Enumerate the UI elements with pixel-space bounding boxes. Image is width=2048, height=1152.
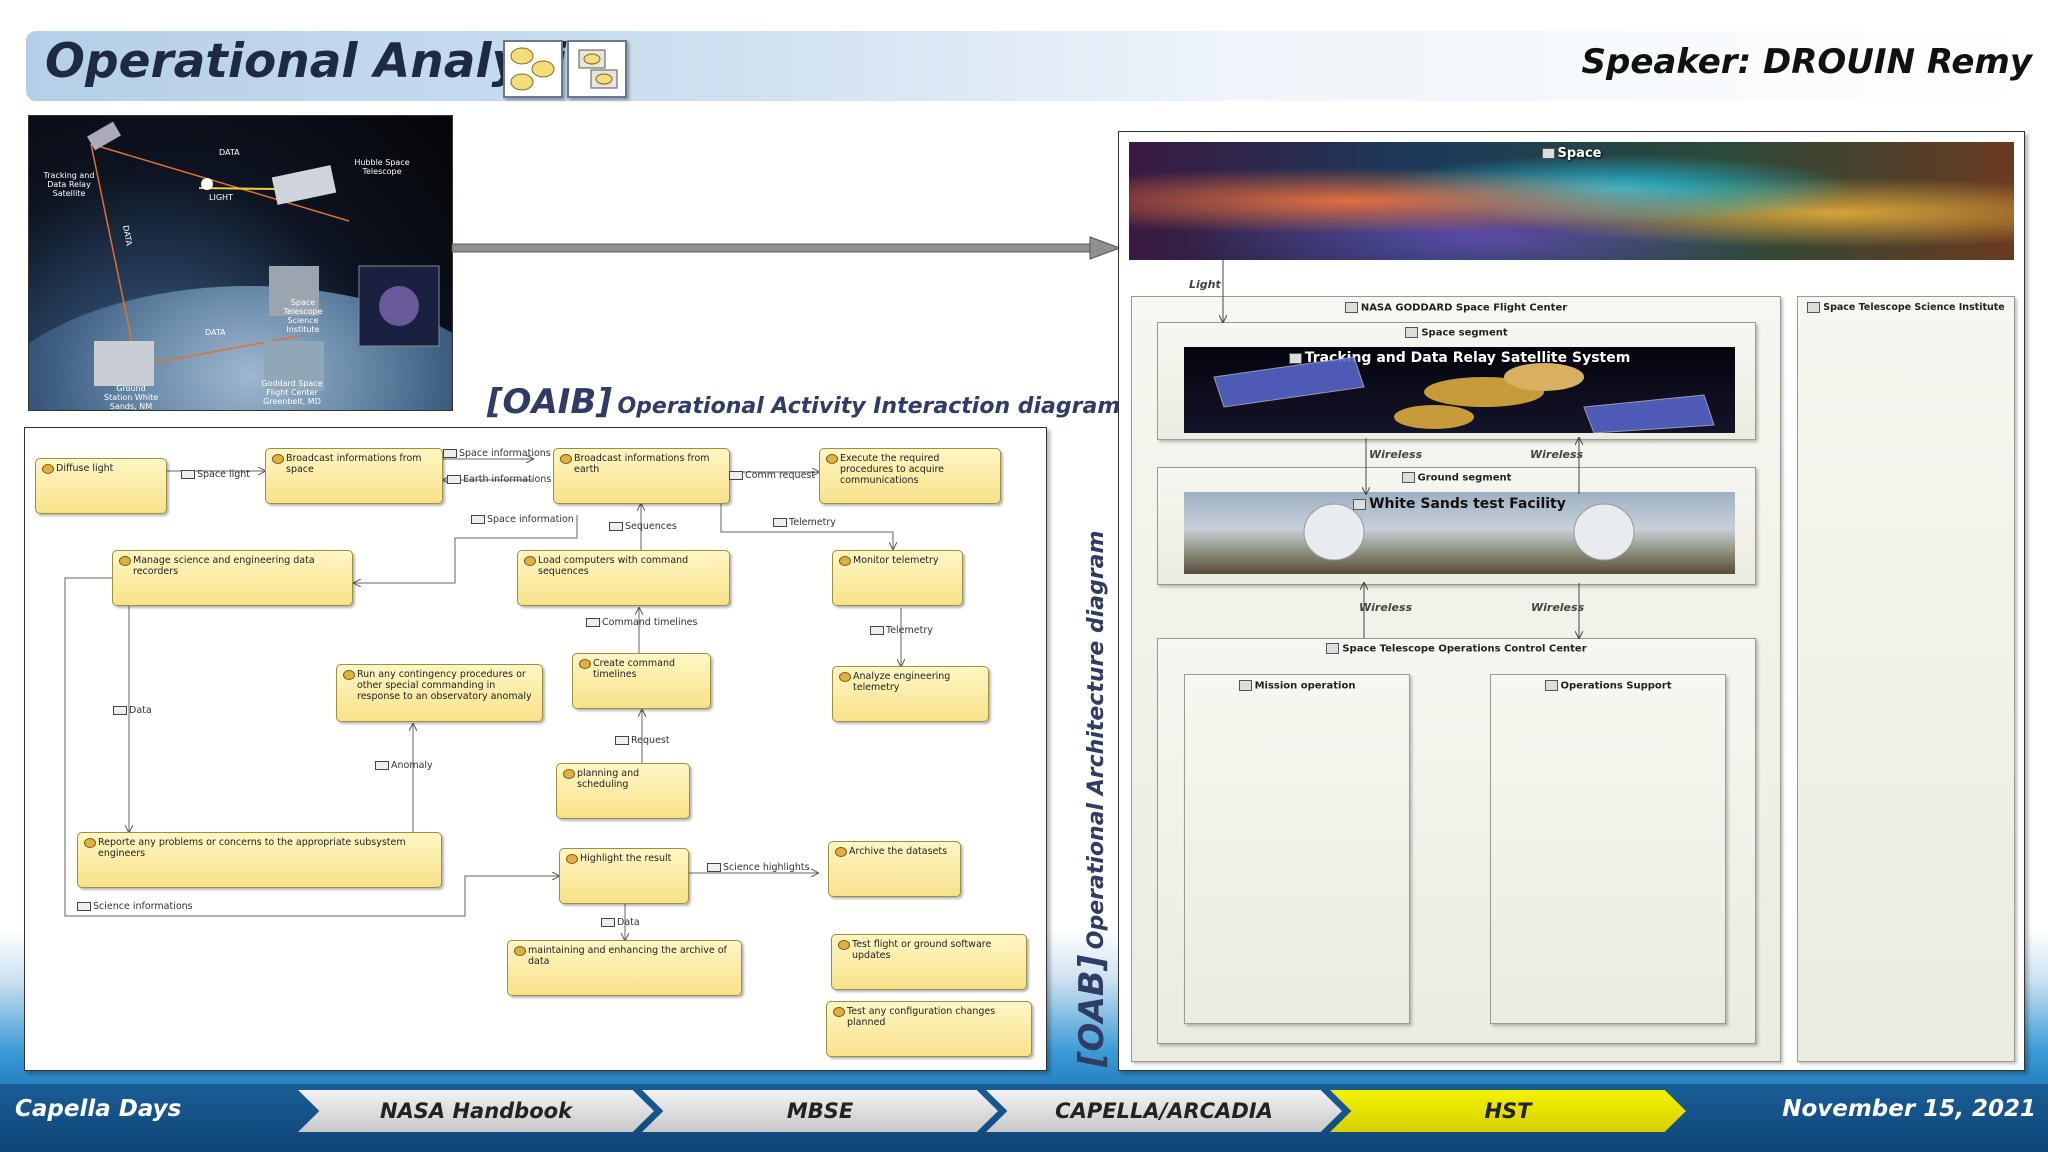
activity-contingency[interactable]: Run any contingency procedures or other …	[336, 664, 543, 722]
light-edge-label: Light	[1189, 278, 1221, 291]
tdrs-label: Tracking and Data Relay Satellite	[43, 171, 95, 198]
operations-support-label: Operations Support	[1491, 680, 1725, 692]
activity-manage-recorders[interactable]: Manage science and engineering data reco…	[112, 550, 353, 606]
wireless-label-3: Wireless	[1359, 601, 1413, 614]
edge-science-highlights: Science highlights	[707, 862, 810, 873]
light-label: LIGHT	[209, 193, 233, 202]
goddard-label: Goddard Space Flight Center Greenbelt, M…	[261, 379, 323, 406]
activity-maintain-archive[interactable]: maintaining and enhancing the archive of…	[507, 940, 742, 996]
architecture-diagram-icon	[567, 40, 627, 98]
activity-create-timelines[interactable]: Create command timelines	[572, 653, 711, 709]
stocc-label: Space Telescope Operations Control Cente…	[1158, 643, 1755, 655]
ground-segment-entity[interactable]: Ground segment White Sands test Facility	[1157, 467, 1756, 585]
activity-diagram-icon	[503, 40, 563, 98]
space-label: Space	[1129, 146, 2014, 161]
edge-space-information: Space information	[471, 514, 574, 525]
stsci-entity[interactable]: Space Telescope Science Institute	[1797, 296, 2015, 1062]
space-segment-entity[interactable]: Space segment Tracking and Data Relay Sa…	[1157, 322, 1756, 440]
edge-telemetry-1: Telemetry	[773, 517, 836, 528]
activity-test-flight[interactable]: Test flight or ground software updates	[831, 934, 1027, 990]
activity-report-problems[interactable]: Reporte any problems or concerns to the …	[77, 832, 442, 888]
speaker-label: Speaker: DROUIN Remy	[1581, 42, 2032, 82]
oab-diagram: Space Light NASA GODDARD Space Flight Ce…	[1118, 131, 2025, 1071]
edge-data-2: Data	[601, 917, 640, 928]
edge-space-light: Space light	[181, 469, 250, 480]
oaib-code: [OAIB]	[487, 382, 612, 422]
edge-sequences: Sequences	[609, 521, 677, 532]
wireless-label-1: Wireless	[1369, 448, 1423, 461]
activity-analyze-telemetry[interactable]: Analyze engineering telemetry	[832, 666, 989, 722]
edge-anomaly: Anomaly	[375, 760, 433, 771]
oab-code: [OAB]	[1072, 954, 1112, 1067]
hubble-label: Hubble Space Telescope	[354, 158, 410, 176]
step-hst[interactable]: HST	[1330, 1090, 1686, 1132]
edge-science-informations: Science informations	[77, 901, 193, 912]
mission-operation-label: Mission operation	[1185, 680, 1409, 692]
wireless-label-4: Wireless	[1531, 601, 1585, 614]
activity-broadcast-earth[interactable]: Broadcast informations from earth	[553, 448, 730, 504]
stsci-label: Space Telescope Science Institute	[283, 298, 323, 334]
operations-support-entity[interactable]: Operations Support	[1490, 674, 1726, 1024]
oaib-diagram: Diffuse light Broadcast informations fro…	[24, 427, 1047, 1071]
edge-telemetry-2: Telemetry	[870, 625, 933, 636]
data-label-3: DATA	[205, 328, 226, 337]
edge-comm-request: Comm request	[729, 470, 815, 481]
oab-title: [OAB] Operational Architecture diagram	[1072, 531, 1112, 1067]
activity-broadcast-space[interactable]: Broadcast informations from space	[265, 448, 443, 504]
mission-operation-entity[interactable]: Mission operation	[1184, 674, 1410, 1024]
hubble-system-photo: Tracking and Data Relay Satellite Hubble…	[28, 115, 453, 411]
ground-station-label: Ground Station White Sands, NM	[103, 384, 159, 411]
link-arrow	[451, 236, 1122, 260]
activity-load-computers[interactable]: Load computers with command sequences	[517, 550, 730, 606]
data-label-1: DATA	[219, 148, 240, 157]
activity-archive-datasets[interactable]: Archive the datasets	[828, 841, 961, 897]
activity-test-config[interactable]: Test any configuration changes planned	[826, 1001, 1032, 1057]
ground-segment-label: Ground segment	[1158, 472, 1755, 484]
footer-date: November 15, 2021	[1782, 1096, 2036, 1122]
activity-planning[interactable]: planning and scheduling	[556, 763, 690, 819]
activity-monitor-telemetry[interactable]: Monitor telemetry	[832, 550, 963, 606]
activity-execute-procedures[interactable]: Execute the required procedures to acqui…	[819, 448, 1001, 504]
space-segment-label: Space segment	[1158, 327, 1755, 339]
space-entity[interactable]: Space	[1129, 142, 2014, 260]
oaib-title: [OAIB] Operational Activity Interaction …	[487, 382, 1120, 422]
step-capella-arcadia[interactable]: CAPELLA/ARCADIA	[986, 1090, 1342, 1132]
step-nasa-handbook[interactable]: NASA Handbook	[298, 1090, 654, 1132]
edge-request: Request	[615, 735, 670, 746]
oab-text: Operational Architecture diagram	[1084, 530, 1109, 950]
footer-event: Capella Days	[15, 1096, 182, 1122]
edge-data-1: Data	[113, 705, 152, 716]
activity-highlight-result[interactable]: Highlight the result	[559, 848, 689, 904]
activity-diffuse-light[interactable]: Diffuse light	[35, 458, 167, 514]
edge-command-timelines: Command timelines	[586, 617, 697, 628]
white-sands-image[interactable]: White Sands test Facility	[1184, 492, 1735, 574]
edge-space-info: Space informations	[443, 448, 551, 459]
stocc-entity[interactable]: Space Telescope Operations Control Cente…	[1157, 638, 1756, 1044]
step-mbse[interactable]: MBSE	[642, 1090, 998, 1132]
nasa-goddard-label: NASA GODDARD Space Flight Center	[1132, 302, 1780, 314]
tdrss-image[interactable]: Tracking and Data Relay Satellite System	[1184, 347, 1735, 433]
wireless-label-2: Wireless	[1530, 448, 1584, 461]
stsci-entity-label: Space Telescope Science Institute	[1798, 302, 2014, 313]
oaib-text: Operational Activity Interaction diagram	[617, 394, 1121, 419]
edge-earth-info: Earth informations	[447, 474, 551, 485]
